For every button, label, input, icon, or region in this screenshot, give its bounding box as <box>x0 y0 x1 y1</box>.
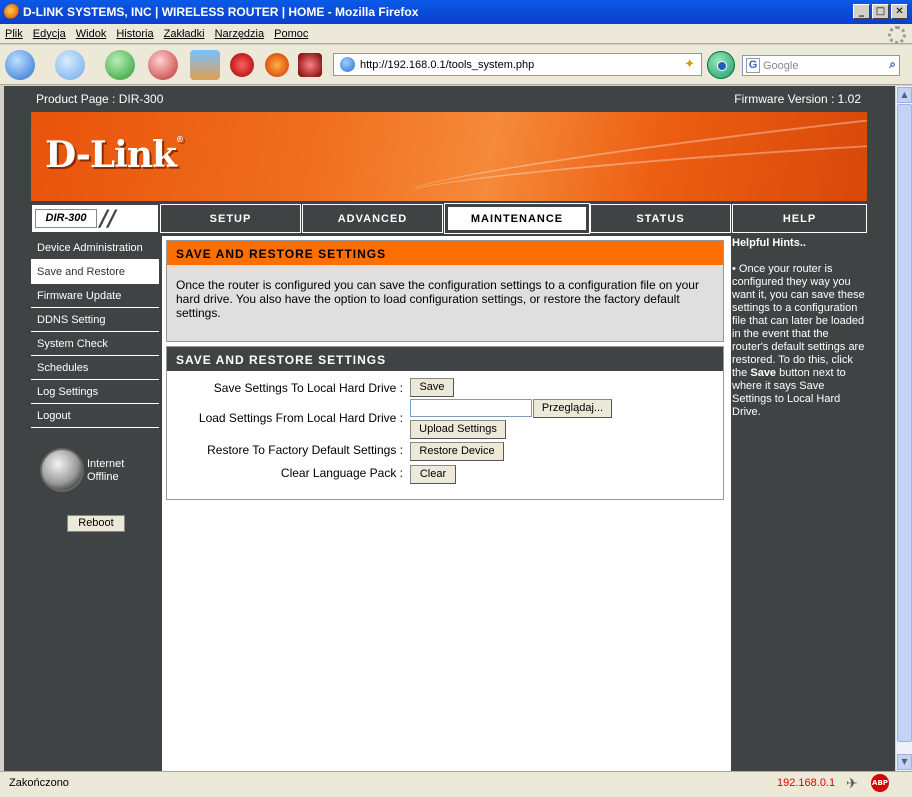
tab-help[interactable]: HELP <box>732 204 867 233</box>
sidebar-item-ddns-setting[interactable]: DDNS Setting <box>31 308 159 332</box>
menu-help[interactable]: Pomoc <box>274 28 308 40</box>
google-icon: G <box>746 58 760 73</box>
firefox-icon <box>4 4 20 20</box>
close-button[interactable]: ✕ <box>891 4 908 19</box>
sidebar: Device Administration Save and Restore F… <box>31 236 159 428</box>
search-icon[interactable]: ⌕ <box>889 57 896 72</box>
status-text: Zakończono <box>9 777 69 789</box>
menu-edit[interactable]: Edycja <box>33 28 66 40</box>
model-badge: DIR-300 // <box>31 204 159 233</box>
menu-tools[interactable]: Narzędzia <box>215 28 265 40</box>
minimize-button[interactable]: _ <box>853 4 870 19</box>
scroll-down-icon[interactable]: ▼ <box>897 754 912 770</box>
dlink-logo: D-Link® <box>45 134 184 176</box>
sidebar-item-device-administration[interactable]: Device Administration <box>31 236 159 260</box>
addon-icon-1[interactable] <box>230 53 254 77</box>
sidebar-item-logout[interactable]: Logout <box>31 404 159 428</box>
status-bar: Zakończono 192.168.0.1 ✈ ABP <box>0 771 912 797</box>
menu-view[interactable]: Widok <box>76 28 107 40</box>
scroll-thumb[interactable] <box>897 104 912 742</box>
vertical-scrollbar[interactable]: ▲ ▼ <box>895 86 912 771</box>
main-tabs: DIR-300 // SETUP ADVANCED MAINTENANCE ST… <box>31 203 867 234</box>
sidebar-item-log-settings[interactable]: Log Settings <box>31 380 159 404</box>
help-title: Helpful Hints.. <box>732 237 806 249</box>
restore-label: Restore To Factory Default Settings : <box>207 443 403 457</box>
tab-maintenance[interactable]: MAINTENANCE <box>444 203 590 234</box>
intro-text: Once the router is configured you can sa… <box>176 278 699 320</box>
status-ip: 192.168.0.1 <box>777 777 836 789</box>
adblock-icon[interactable]: ABP <box>871 774 889 792</box>
dlink-banner: D-Link® <box>31 112 867 201</box>
go-button[interactable] <box>707 51 735 79</box>
search-input[interactable]: G Google ⌕ <box>742 55 900 76</box>
search-placeholder: Google <box>763 59 799 72</box>
bookmark-star-icon[interactable]: ✦ <box>684 56 695 72</box>
settings-section: SAVE AND RESTORE SETTINGS Save Settings … <box>166 346 724 500</box>
reboot-button[interactable]: Reboot <box>67 515 125 532</box>
site-globe-icon <box>340 57 355 72</box>
product-page: Product Page : DIR-300 <box>36 92 164 106</box>
offline-label: Offline <box>87 471 119 483</box>
tab-setup[interactable]: SETUP <box>160 204 301 233</box>
model-name: DIR-300 <box>35 209 97 228</box>
file-path-input[interactable] <box>410 399 532 417</box>
menu-bar: Plik Edycja Widok Historia Zakładki Narz… <box>0 24 912 44</box>
back-icon[interactable] <box>5 50 35 80</box>
sidebar-item-system-check[interactable]: System Check <box>31 332 159 356</box>
window-titlebar: D-LINK SYSTEMS, INC | WIRELESS ROUTER | … <box>0 0 912 24</box>
intro-section: SAVE AND RESTORE SETTINGS Once the route… <box>166 240 724 342</box>
maximize-button[interactable]: □ <box>872 4 889 19</box>
satellite-icon[interactable]: ✈ <box>846 775 858 792</box>
browse-button[interactable]: Przeglądaj... <box>533 399 612 418</box>
intro-title: SAVE AND RESTORE SETTINGS <box>167 241 723 265</box>
menu-file[interactable]: Plik <box>5 28 23 40</box>
home-icon[interactable] <box>190 50 220 80</box>
menu-history[interactable]: Historia <box>116 28 153 40</box>
router-topinfo: Product Page : DIR-300 Firmware Version … <box>31 86 867 112</box>
page-content: Product Page : DIR-300 Firmware Version … <box>4 86 895 771</box>
tab-advanced[interactable]: ADVANCED <box>302 204 443 233</box>
help-text: • Once your router is configured they wa… <box>732 263 865 418</box>
load-label: Load Settings From Local Hard Drive : <box>198 411 403 425</box>
throbber-icon <box>888 26 906 44</box>
firmware-version: Firmware Version : 1.02 <box>734 92 861 106</box>
clear-label: Clear Language Pack : <box>280 466 403 480</box>
internet-status: Internet Offline <box>87 458 125 483</box>
main-panel: SAVE AND RESTORE SETTINGS Once the route… <box>162 236 731 771</box>
addon-icon-3[interactable] <box>298 53 322 77</box>
url-bar[interactable]: http://192.168.0.1/tools_system.php ✦ <box>333 53 702 76</box>
sidebar-item-save-and-restore[interactable]: Save and Restore <box>31 260 159 284</box>
stop-icon[interactable] <box>148 50 178 80</box>
forward-icon[interactable] <box>55 50 85 80</box>
upload-settings-button[interactable]: Upload Settings <box>410 420 506 439</box>
internet-globe-icon <box>40 448 84 492</box>
scroll-up-icon[interactable]: ▲ <box>897 87 912 103</box>
addon-icon-2[interactable] <box>265 53 289 77</box>
sidebar-item-firmware-update[interactable]: Firmware Update <box>31 284 159 308</box>
window-title: D-LINK SYSTEMS, INC | WIRELESS ROUTER | … <box>23 5 419 19</box>
restore-device-button[interactable]: Restore Device <box>410 442 504 461</box>
help-panel: Helpful Hints.. • Once your router is co… <box>731 236 867 771</box>
menu-bookmarks[interactable]: Zakładki <box>164 28 205 40</box>
sidebar-item-schedules[interactable]: Schedules <box>31 356 159 380</box>
url-text: http://192.168.0.1/tools_system.php <box>360 58 535 71</box>
tab-status[interactable]: STATUS <box>590 204 731 233</box>
reload-icon[interactable] <box>105 50 135 80</box>
clear-button[interactable]: Clear <box>410 465 456 484</box>
